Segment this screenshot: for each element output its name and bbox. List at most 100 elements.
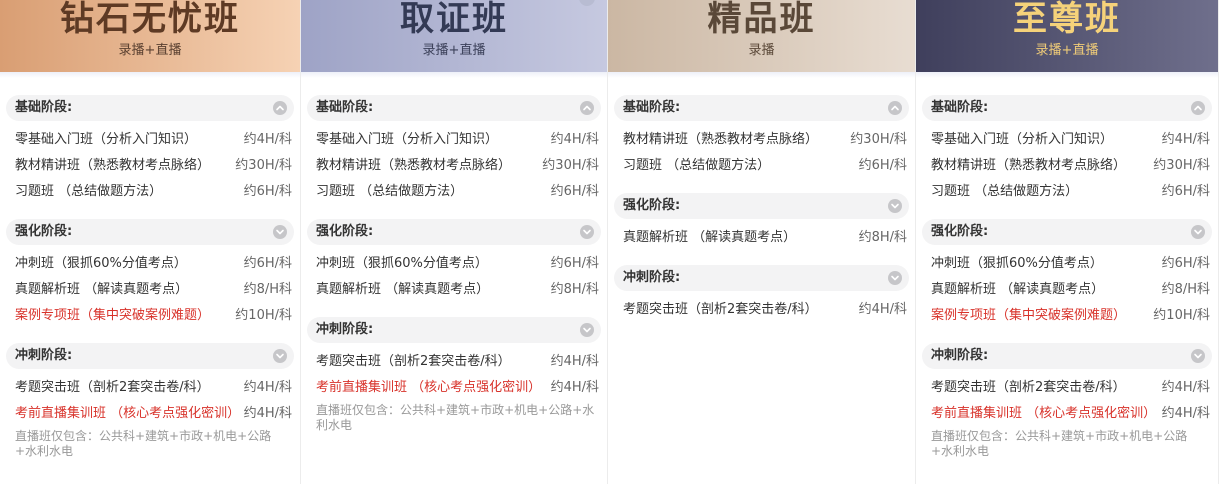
course-row: 冲刺班（狠抓60%分值考点） 约6H/科 [307, 251, 601, 277]
stage-header[interactable]: 冲刺阶段: [614, 265, 909, 291]
course-name: 习题班 （总结做题方法） [623, 158, 771, 173]
course-row: 考题突击班（剖析2套突击卷/科） 约4H/科 [307, 349, 601, 375]
course-row: 冲刺班（狠抓60%分值考点） 约6H/科 [6, 251, 294, 277]
stage-label: 冲刺阶段: [931, 348, 989, 363]
course-hours: 约8/H科 [1161, 282, 1210, 297]
course-row: 考题突击班（剖析2套突击卷/科） 约4H/科 [614, 297, 909, 323]
plan-header: 钻石无忧班录播+直播 [0, 0, 300, 72]
plan-header: 至尊班 录播+直播 [916, 0, 1218, 72]
chevron-up-icon[interactable] [580, 101, 594, 115]
course-name: 零基础入门班（分析入门知识） [15, 132, 198, 147]
stage-header[interactable]: 基础阶段: [307, 95, 601, 121]
course-name: 教材精讲班（熟悉教材考点脉络） [623, 132, 819, 147]
stage-label: 强化阶段: [931, 224, 989, 239]
course-name: 案例专项班（集中突破案例难题） [931, 308, 1127, 323]
course-row: 习题班 （总结做题方法） 约6H/科 [614, 153, 909, 179]
stage-section: 基础阶段: 零基础入门班（分析入门知识） 约4H/科 教材精讲班（熟悉教材考点脉络） 约… [922, 95, 1212, 205]
course-row: 教材精讲班（熟悉教材考点脉络） 约30H/科 [922, 153, 1212, 179]
stage-header[interactable]: 强化阶段: [922, 219, 1212, 245]
course-row: 案例专项班（集中突破案例难题） 约10H/科 [6, 303, 294, 329]
course-hours: 约4H/科 [550, 380, 599, 395]
course-row: 真题解析班 （解读真题考点） 约8H/科 [307, 277, 601, 303]
stage-header[interactable]: 强化阶段: [307, 219, 601, 245]
course-row: 教材精讲班（熟悉教材考点脉络） 约30H/科 [307, 153, 601, 179]
course-name: 习题班 （总结做题方法） [316, 184, 464, 199]
course-name: 冲刺班（狠抓60%分值考点） [316, 256, 488, 271]
course-name: 案例专项班（集中突破案例难题） [15, 308, 211, 323]
course-hours: 约8H/科 [858, 230, 907, 245]
course-hours: 约10H/科 [1153, 308, 1210, 323]
course-hours: 约30H/科 [1153, 158, 1210, 173]
plan-column: 钻石无忧班 录播+直播 基础阶段: 零基础入门班（分析入门知识） 约4H/科 教材精讲班（… [0, 0, 301, 484]
course-row: 真题解析班 （解读真题考点） 约8/H科 [6, 277, 294, 303]
course-hours: 约30H/科 [850, 132, 907, 147]
course-hours: 约6H/科 [550, 256, 599, 271]
stage-header[interactable]: 基础阶段: [614, 95, 909, 121]
chevron-down-icon[interactable] [888, 199, 902, 213]
course-name: 习题班 （总结做题方法） [15, 184, 163, 199]
course-name: 零基础入门班（分析入门知识） [316, 132, 499, 147]
course-row: 考题突击班（剖析2套突击卷/科） 约4H/科 [6, 375, 294, 401]
chevron-up-icon[interactable] [273, 101, 287, 115]
chevron-up-icon[interactable] [888, 101, 902, 115]
stage-header[interactable]: 强化阶段: [6, 219, 294, 245]
stage-header[interactable]: 冲刺阶段: [307, 317, 601, 343]
course-hours: 约4H/科 [1161, 406, 1210, 421]
course-hours: 约30H/科 [542, 158, 599, 173]
course-name: 考题突击班（剖析2套突击卷/科） [15, 380, 210, 395]
course-row: 真题解析班 （解读真题考点） 约8H/科 [614, 225, 909, 251]
chevron-up-icon[interactable] [1191, 101, 1205, 115]
course-row: 教材精讲班（熟悉教材考点脉络） 约30H/科 [614, 127, 909, 153]
course-hours: 约10H/科 [235, 308, 292, 323]
course-hours: 约4H/科 [550, 354, 599, 369]
course-name: 冲刺班（狠抓60%分值考点） [931, 256, 1103, 271]
live-note: 直播班仅包含：公共科+建筑+市政+机电+公路+水利水电 [316, 403, 595, 432]
plan-column: 至尊班 录播+直播基础阶段: 零基础入门班（分析入门知识） 约4H/科 教材精讲班（熟悉… [916, 0, 1219, 484]
chevron-down-icon[interactable] [888, 271, 902, 285]
plan-subtitle: 录播+直播 [1035, 43, 1099, 58]
stage-section: 强化阶段: 冲刺班（狠抓60%分值考点） 约6H/科真题解析班 （解读真题考点） 约8… [307, 219, 601, 303]
course-row: 教材精讲班（熟悉教材考点脉络） 约30H/科 [6, 153, 294, 179]
chevron-down-icon[interactable] [273, 225, 287, 239]
stage-section: 基础阶段: 零基础入门班（分析入门知识） 约4H/科教材精讲班（熟悉教材考点脉络） 约… [307, 95, 601, 205]
course-hours: 约8H/科 [550, 282, 599, 297]
chevron-down-icon[interactable] [1191, 225, 1205, 239]
stage-label: 强化阶段: [623, 198, 681, 213]
course-name: 冲刺班（狠抓60%分值考点） [15, 256, 187, 271]
course-row: 零基础入门班（分析入门知识） 约4H/科 [6, 127, 294, 153]
stage-header[interactable]: 基础阶段: [6, 95, 294, 121]
course-row: 考题突击班（剖析2套突击卷/科） 约4H/科 [922, 375, 1212, 401]
course-name: 考题突击班（剖析2套突击卷/科） [623, 302, 818, 317]
stage-section: 基础阶段: 教材精讲班（熟悉教材考点脉络） 约30H/科习题班 （总结做题方法） 约6… [614, 95, 909, 179]
stage-label: 冲刺阶段: [623, 270, 681, 285]
course-row: 考前直播集训班 （核心考点强化密训） 约4H/科 [922, 401, 1212, 427]
stage-section: 强化阶段: 真题解析班 （解读真题考点） 约8H/科 [614, 193, 909, 251]
stage-section: 冲刺阶段: 考题突击班（剖析2套突击卷/科） 约4H/科 考前直播集训班 （核心考点强… [922, 343, 1212, 459]
header-shadow [0, 72, 300, 78]
course-hours: 约4H/科 [550, 132, 599, 147]
course-row: 习题班 （总结做题方法） 约6H/科 [307, 179, 601, 205]
stage-label: 冲刺阶段: [15, 348, 73, 363]
chevron-down-icon[interactable] [1191, 349, 1205, 363]
stage-header[interactable]: 基础阶段: [922, 95, 1212, 121]
course-hours: 约8/H科 [243, 282, 292, 297]
stage-header[interactable]: 冲刺阶段: [922, 343, 1212, 369]
course-row: 冲刺班（狠抓60%分值考点） 约6H/科 [922, 251, 1212, 277]
plan-title: 钻石无忧班 [60, 0, 240, 39]
course-name: 教材精讲班（熟悉教材考点脉络） [15, 158, 211, 173]
chevron-down-icon[interactable] [580, 323, 594, 337]
course-hours: 约4H/科 [243, 380, 292, 395]
stage-section: 冲刺阶段: 考题突击班（剖析2套突击卷/科） 约4H/科 [614, 265, 909, 323]
chevron-down-icon[interactable] [580, 225, 594, 239]
course-row: 零基础入门班（分析入门知识） 约4H/科 [922, 127, 1212, 153]
plan-subtitle: 录播+直播 [422, 43, 486, 58]
plan-subtitle: 录播+直播 [118, 43, 182, 58]
stage-label: 强化阶段: [316, 224, 374, 239]
course-name: 真题解析班 （解读真题考点） [623, 230, 797, 245]
chevron-down-icon[interactable] [273, 349, 287, 363]
header-shadow [301, 72, 607, 78]
stage-header[interactable]: 冲刺阶段: [6, 343, 294, 369]
stage-header[interactable]: 强化阶段: [614, 193, 909, 219]
course-name: 考题突击班（剖析2套突击卷/科） [931, 380, 1126, 395]
course-hours: 约6H/科 [243, 256, 292, 271]
